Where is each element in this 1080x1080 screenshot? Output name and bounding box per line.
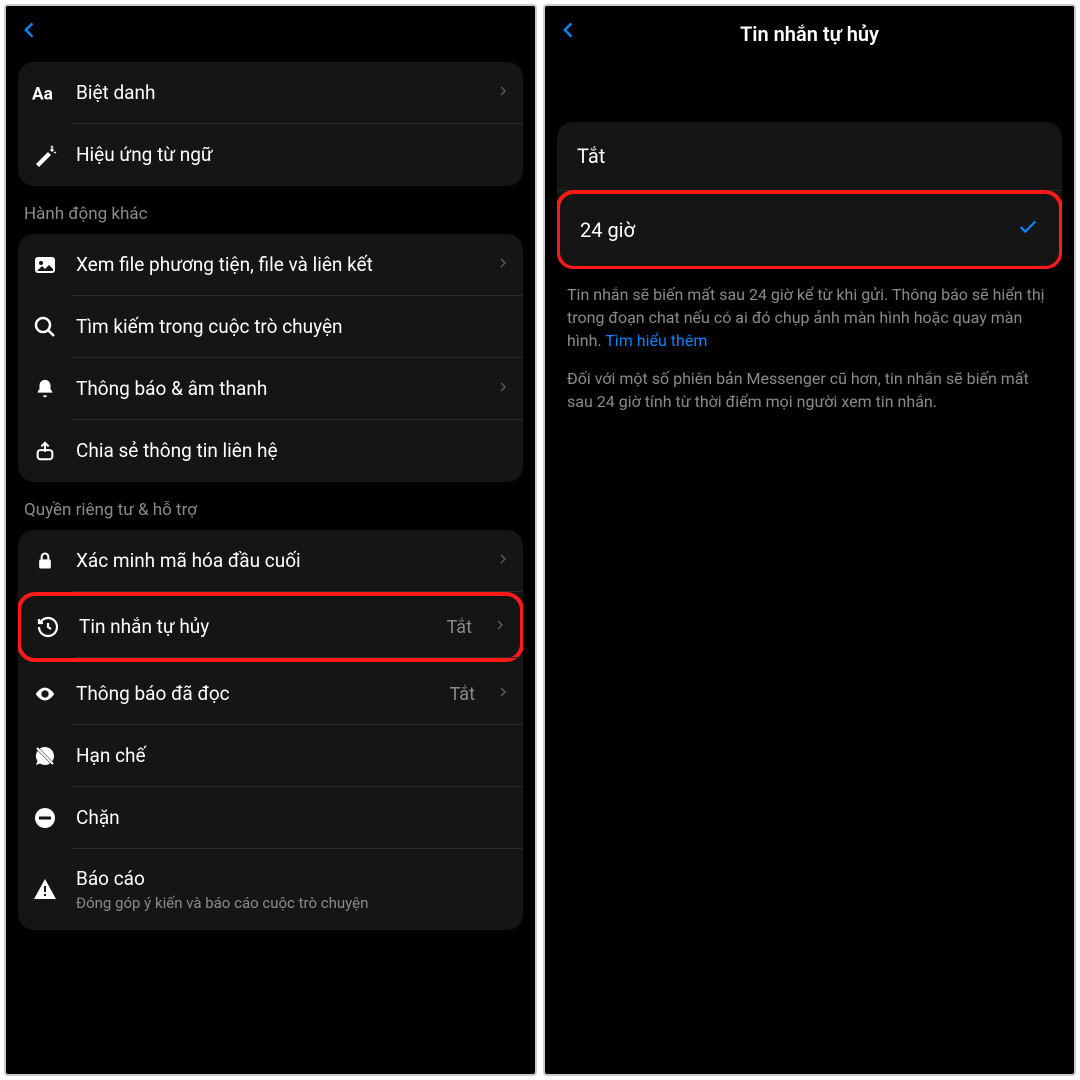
report-label: Báo cáo [76,867,509,892]
search-icon [32,314,58,340]
back-button[interactable] [559,16,579,52]
screen-title: Tin nhắn tự hủy [740,22,879,46]
disappearing-messages-value: Tắt [447,617,472,638]
disappearing-messages-row[interactable]: Tin nhắn tự hủy Tắt [18,592,523,662]
verify-encryption-row[interactable]: Xác minh mã hóa đầu cuối [18,530,523,592]
chat-off-icon [32,743,58,769]
other-actions-title: Hành động khác [18,204,523,234]
read-receipts-row[interactable]: Thông báo đã đọc Tắt [18,663,523,725]
eye-icon [32,681,58,707]
image-icon [32,252,58,278]
minus-circle-icon [32,805,58,831]
report-row[interactable]: Báo cáo Đóng góp ý kiến và báo cáo cuộc … [18,849,523,930]
option-24h-label: 24 giờ [580,218,635,242]
share-contact-row[interactable]: Chia sẻ thông tin liên hệ [18,420,523,482]
duration-options-group: Tắt 24 giờ [557,122,1062,269]
media-files-row[interactable]: Xem file phương tiện, file và liên kết [18,234,523,296]
chevron-right-icon [497,682,509,706]
description-2: Đối với một số phiên bản Messenger cũ hơ… [557,353,1062,413]
block-row[interactable]: Chặn [18,787,523,849]
text-aa-icon: Aa [32,80,58,106]
option-off-label: Tắt [577,144,605,168]
topbar: Tin nhắn tự hủy [545,6,1074,62]
topbar [6,6,535,62]
notifications-sounds-row[interactable]: Thông báo & âm thanh [18,358,523,420]
history-icon [35,614,61,640]
nickname-row[interactable]: Aa Biệt danh [18,62,523,124]
svg-text:Aa: Aa [32,85,53,105]
word-effects-label: Hiệu ứng từ ngữ [76,143,509,168]
verify-encryption-label: Xác minh mã hóa đầu cuối [76,549,479,574]
bell-icon [32,376,58,402]
restrict-row[interactable]: Hạn chế [18,725,523,787]
chevron-right-icon [494,615,506,639]
word-effects-row[interactable]: Hiệu ứng từ ngữ [18,124,523,186]
privacy-support-title: Quyền riêng tư & hỗ trợ [18,500,523,530]
customization-group: Aa Biệt danh Hiệu ứng từ ngữ [18,62,523,186]
chevron-right-icon [497,81,509,105]
check-icon [1017,216,1039,244]
restrict-label: Hạn chế [76,744,509,769]
share-icon [32,438,58,464]
option-off[interactable]: Tắt [557,122,1062,191]
description-1: Tin nhắn sẽ biến mất sau 24 giờ kể từ kh… [557,269,1062,353]
privacy-support-group: Xác minh mã hóa đầu cuối Tin nhắn tự hủy… [18,530,523,930]
chevron-right-icon [497,377,509,401]
back-button[interactable] [20,16,40,52]
chevron-right-icon [497,549,509,573]
learn-more-link[interactable]: Tìm hiểu thêm [605,331,707,350]
disappearing-messages-screen: Tin nhắn tự hủy Tắt 24 giờ Tin nhắn sẽ b… [543,4,1076,1076]
notifications-sounds-label: Thông báo & âm thanh [76,377,479,402]
settings-screen: Aa Biệt danh Hiệu ứng từ ngữ Hành động k… [4,4,537,1076]
block-label: Chặn [76,806,509,831]
read-receipts-label: Thông báo đã đọc [76,682,432,707]
option-24h[interactable]: 24 giờ [557,190,1062,269]
media-files-label: Xem file phương tiện, file và liên kết [76,253,479,278]
warning-icon [32,876,58,902]
search-conversation-label: Tìm kiếm trong cuộc trò chuyện [76,315,509,340]
report-sublabel: Đóng góp ý kiến và báo cáo cuộc trò chuy… [76,894,509,912]
read-receipts-value: Tắt [450,684,475,705]
search-conversation-row[interactable]: Tìm kiếm trong cuộc trò chuyện [18,296,523,358]
other-actions-group: Xem file phương tiện, file và liên kết T… [18,234,523,482]
magic-wand-icon [32,142,58,168]
nickname-label: Biệt danh [76,81,479,106]
disappearing-messages-label: Tin nhắn tự hủy [79,615,429,640]
lock-icon [32,548,58,574]
share-contact-label: Chia sẻ thông tin liên hệ [76,439,509,464]
chevron-right-icon [497,253,509,277]
